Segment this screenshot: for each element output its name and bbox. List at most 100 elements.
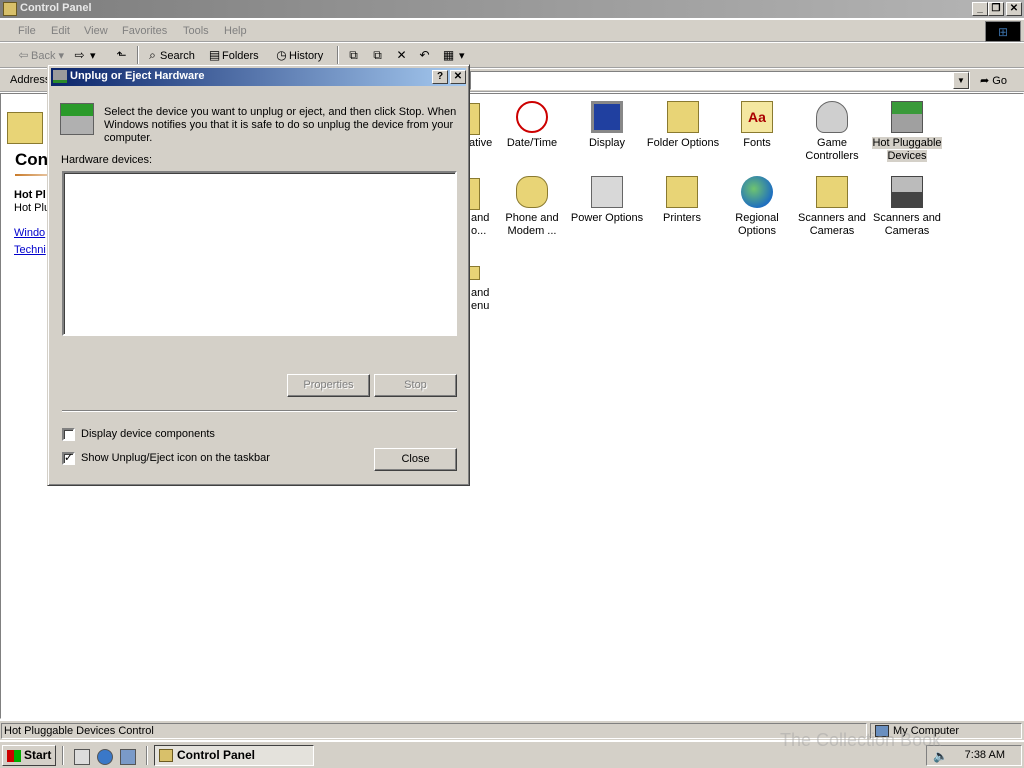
address-dropdown-icon[interactable]: ▼ — [953, 72, 969, 89]
move-to-button[interactable]: ⧉ — [346, 48, 361, 63]
unplug-hardware-icon — [53, 70, 67, 83]
search-button[interactable]: ⌕ Search — [145, 48, 195, 63]
forward-button[interactable]: ⇨ ▾ — [72, 48, 95, 62]
menu-file[interactable]: File — [18, 25, 36, 37]
item-scanners-cameras[interactable]: Scanners and Cameras — [794, 176, 870, 238]
stop-button[interactable]: Stop — [374, 374, 457, 397]
clock[interactable]: 7:38 AM — [965, 749, 1005, 761]
start-label: Start — [24, 748, 52, 762]
close-dialog-button[interactable]: Close — [374, 448, 457, 471]
status-text: Hot Pluggable Devices Control — [1, 723, 867, 739]
undo-button[interactable]: ↶ — [417, 48, 432, 62]
menu-edit[interactable]: Edit — [51, 25, 70, 37]
go-label: Go — [992, 75, 1007, 87]
menu-help[interactable]: Help — [224, 25, 247, 37]
partial-label[interactable]: ative — [469, 137, 492, 150]
menu-favorites[interactable]: Favorites — [122, 25, 167, 37]
hardware-eject-icon — [60, 103, 94, 135]
folders-button[interactable]: ▤ Folders — [207, 48, 259, 62]
go-button[interactable]: ➦ Go — [980, 74, 1007, 87]
show-icon-checkbox[interactable]: ✓ — [62, 451, 75, 465]
address-input[interactable]: ▼ — [470, 71, 970, 90]
task-label: Control Panel — [177, 748, 256, 762]
delete-button[interactable]: ✕ — [394, 48, 409, 62]
folder-options-icon — [667, 101, 699, 133]
dialog-instructions: Select the device you want to unplug or … — [104, 106, 457, 144]
item-label: Scanners and Cameras — [873, 212, 941, 237]
properties-button[interactable]: Properties — [287, 374, 370, 397]
show-desktop-icon[interactable] — [74, 749, 90, 765]
item-power-options[interactable]: Power Options — [569, 176, 645, 225]
back-button[interactable]: ⇦ Back ▾ — [16, 48, 64, 62]
history-label: History — [289, 50, 324, 62]
toolbar-separator — [137, 46, 139, 65]
outlook-express-icon[interactable] — [120, 749, 136, 765]
copy-to-icon: ⧉ — [373, 48, 382, 62]
item-label: Printers — [663, 212, 701, 224]
pane-link-technical[interactable]: Techni — [14, 244, 46, 256]
administrative-tools-icon[interactable] — [470, 103, 480, 135]
search-icon: ⌕ — [149, 48, 156, 62]
forward-arrow-icon: ⇨ — [74, 48, 85, 62]
taskbar-start-menu-icon[interactable] — [470, 266, 480, 280]
item-fonts[interactable]: Aa Fonts — [719, 101, 795, 150]
dialog-title-bar[interactable]: Unplug or Eject Hardware ? ✕ — [51, 68, 466, 86]
menu-view[interactable]: View — [84, 25, 108, 37]
menu-tools[interactable]: Tools — [183, 25, 209, 37]
start-button[interactable]: Start — [2, 745, 56, 766]
display-components-row[interactable]: Display device components — [62, 427, 215, 441]
partial-label[interactable]: and — [471, 212, 489, 225]
dialog-close-x-button[interactable]: ✕ — [450, 70, 466, 84]
item-display[interactable]: Display — [569, 101, 645, 150]
go-arrow-icon: ➦ — [980, 75, 990, 87]
web-view-pane: Con Hot Pl Hot Plu Windo Techni — [1, 94, 49, 714]
partial-label[interactable]: o... — [471, 225, 486, 238]
hardware-devices-list[interactable] — [62, 171, 457, 336]
pane-title: Con — [15, 150, 49, 169]
item-label: Phone and Modem ... — [505, 212, 559, 237]
views-button[interactable]: ▦ ▾ — [441, 48, 465, 62]
item-game-controllers[interactable]: Game Controllers — [794, 101, 870, 163]
item-folder-options[interactable]: Folder Options — [644, 101, 722, 150]
item-printers[interactable]: Printers — [644, 176, 720, 225]
show-icon-row[interactable]: ✓ Show Unplug/Eject icon on the taskbar — [62, 451, 270, 465]
partial-label[interactable]: enu — [471, 300, 489, 313]
close-button[interactable]: ✕ — [1006, 2, 1022, 16]
back-label: Back — [31, 50, 56, 62]
windows-logo-icon: ⊞ — [985, 21, 1021, 42]
joystick-icon — [816, 101, 848, 133]
watermark: The Collection Book — [780, 730, 942, 750]
taskbar-control-panel-button[interactable]: Control Panel — [154, 745, 314, 766]
item-scanners-cameras-2[interactable]: Scanners and Cameras — [869, 176, 945, 238]
pane-divider — [15, 174, 49, 176]
item-hot-pluggable-devices[interactable]: Hot Pluggable Devices — [869, 101, 945, 163]
item-label: Game Controllers — [805, 137, 859, 162]
dialog-title: Unplug or Eject Hardware — [70, 70, 205, 82]
copy-to-button[interactable]: ⧉ — [370, 48, 385, 63]
search-label: Search — [160, 50, 195, 62]
clock-icon — [516, 101, 548, 133]
main-title-bar[interactable]: Control Panel _ ❐ ✕ — [0, 0, 1024, 18]
restore-button[interactable]: ❐ — [988, 2, 1004, 16]
help-button[interactable]: ? — [432, 70, 448, 84]
address-label: Address — [10, 74, 51, 86]
history-button[interactable]: ◷ History — [274, 48, 323, 62]
control-panel-icon — [159, 749, 173, 762]
keyboard-icon[interactable] — [470, 178, 480, 210]
minimize-button[interactable]: _ — [972, 2, 988, 16]
item-phone-modem[interactable]: Phone and Modem ... — [494, 176, 570, 238]
display-icon — [591, 101, 623, 133]
item-date-time[interactable]: Date/Time — [494, 101, 570, 150]
pane-link-windows[interactable]: Windo — [14, 227, 45, 239]
phone-icon — [516, 176, 548, 208]
up-folder-button[interactable]: ⬑ — [114, 48, 129, 62]
item-label: Fonts — [743, 137, 771, 149]
display-components-checkbox[interactable] — [62, 427, 75, 441]
windows-flag-icon — [7, 749, 21, 762]
volume-icon[interactable]: 🔈 — [933, 749, 948, 763]
item-regional-options[interactable]: Regional Options — [719, 176, 795, 238]
internet-explorer-icon[interactable] — [97, 749, 113, 765]
unplug-eject-dialog: Unplug or Eject Hardware ? ✕ Select the … — [47, 64, 470, 486]
window-title: Control Panel — [20, 2, 92, 14]
partial-label[interactable]: and — [471, 287, 489, 300]
